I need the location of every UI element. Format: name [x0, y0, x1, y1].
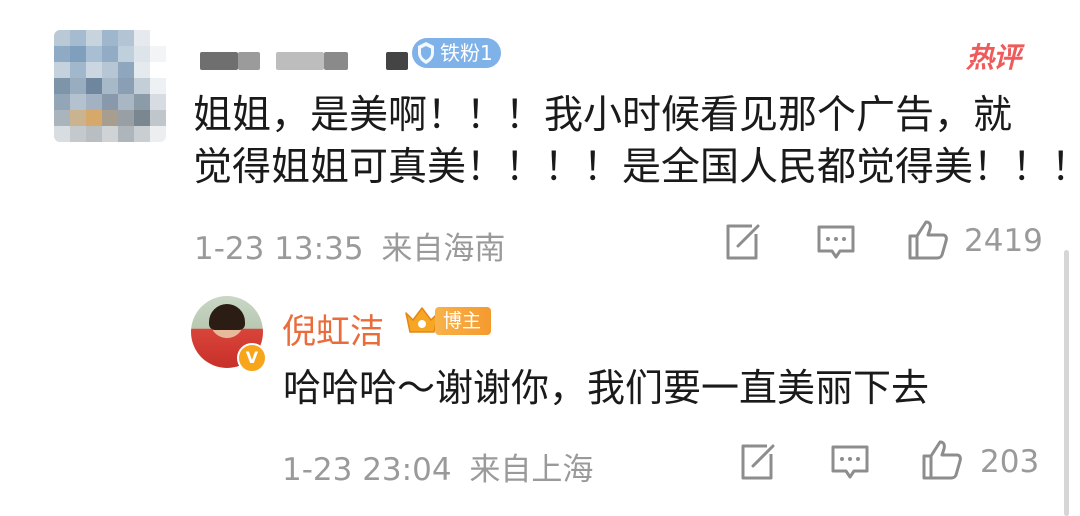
username-blurred: [238, 52, 260, 70]
comment-text-line: 姐姐，是美啊！！！我小时候看见那个广告，就: [193, 93, 1013, 138]
reply-text: 哈哈哈～谢谢你，我们要一直美丽下去: [283, 366, 930, 410]
fan-badge-label: 铁粉1: [440, 41, 493, 65]
reply-timestamp: 1-23 23:04: [282, 452, 452, 488]
verified-badge-icon: V: [237, 343, 267, 373]
comment-icon[interactable]: [814, 220, 858, 264]
comment-icon[interactable]: [828, 440, 872, 484]
share-icon[interactable]: [735, 440, 779, 484]
reply-author-name[interactable]: 倪虹洁: [282, 304, 384, 353]
like-count: 203: [980, 444, 1040, 480]
comment-text: 姐姐，是美啊！！！我小时候看见那个广告，就 觉得姐姐可真美！！！！是全国人民都觉…: [193, 90, 1080, 194]
host-badge-label: 博主: [435, 307, 492, 335]
reply-location: 来自上海: [469, 452, 594, 488]
commenter-avatar-blurred[interactable]: [54, 30, 166, 142]
comment-timestamp: 1-23 13:35: [194, 231, 364, 267]
like-count: 2419: [964, 223, 1043, 259]
reply-meta: 1-23 23:04 来自上海: [282, 444, 593, 489]
comment-location: 来自海南: [381, 231, 506, 267]
fan-level-badge[interactable]: 铁粉1: [412, 38, 501, 68]
username-blurred: [386, 52, 408, 70]
username-blurred: [276, 52, 324, 70]
comment-text-line: 觉得姐姐可真美！！！！是全国人民都觉得美！！！: [193, 145, 1080, 190]
username-blurred[interactable]: [200, 52, 238, 70]
share-icon[interactable]: [720, 220, 764, 264]
comment-meta: 1-23 13:35 来自海南: [194, 223, 505, 268]
username-blurred: [324, 52, 348, 70]
like-icon[interactable]: [920, 438, 964, 482]
like-icon[interactable]: [906, 218, 950, 262]
fan-shield-icon: [418, 42, 434, 64]
hot-comment-tag: 热评: [966, 41, 1021, 74]
scrollbar[interactable]: [1064, 250, 1069, 516]
